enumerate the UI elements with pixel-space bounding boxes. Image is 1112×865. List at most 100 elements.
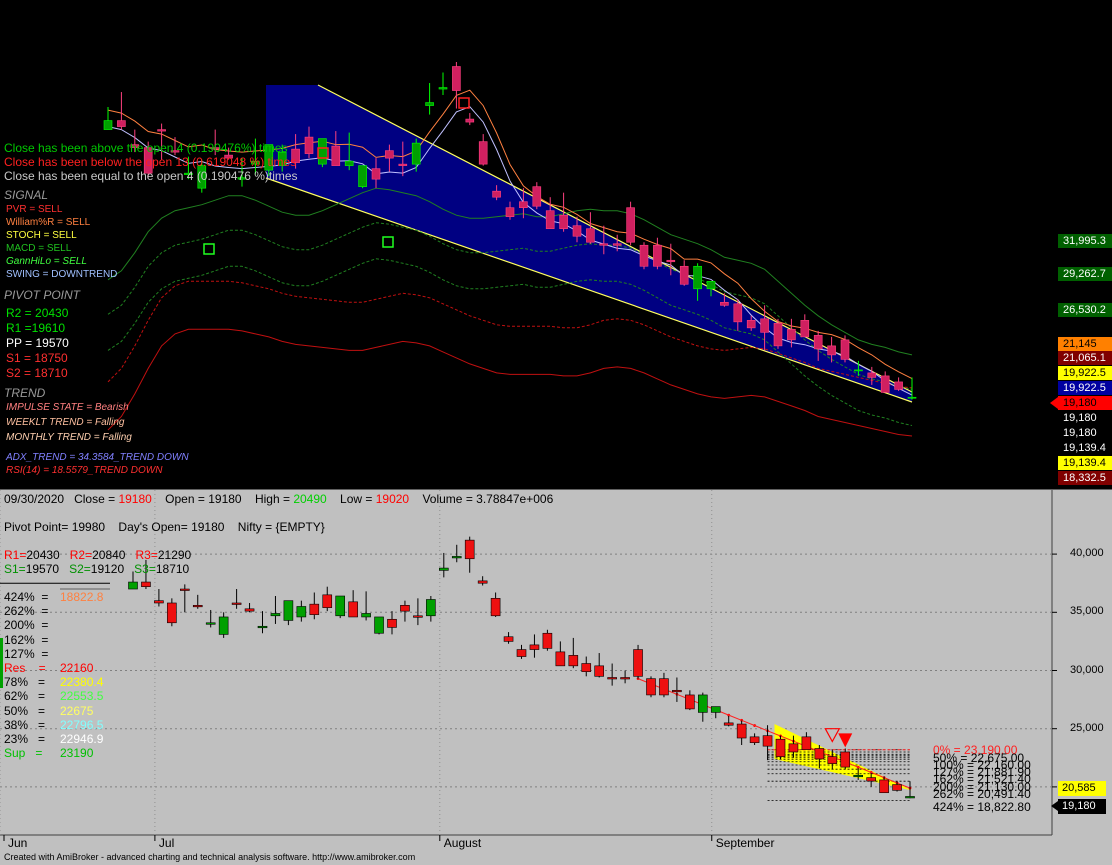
upper-candle-body — [371, 168, 381, 180]
candle-body — [633, 649, 643, 677]
upper-candle-body — [425, 102, 434, 106]
candle-body — [400, 605, 410, 612]
upper-price-panel[interactable]: Close has been above the open 4 (0.19047… — [0, 0, 1112, 490]
fib-row-label: 38% = — [4, 717, 46, 732]
candle-body — [464, 539, 475, 560]
ohlc-info-line: 09/30/2020 Close = 19180 Open = 19180 Hi… — [4, 492, 553, 506]
stat-line: Close has been below the open 13 (0.6190… — [4, 155, 297, 169]
fib-row-value: 22553.5 — [60, 689, 104, 704]
upper-candle-body — [465, 118, 475, 123]
upper-candle-body — [867, 372, 877, 378]
upper-candle-body — [787, 329, 796, 341]
upper-chart-canvas[interactable] — [0, 0, 1112, 490]
adx-line: ADX_TREND = 34.3584_TREND DOWN — [6, 452, 189, 463]
candle-body — [879, 779, 889, 794]
fib-row: Sup = 23190 — [4, 746, 93, 760]
fib-right-label: 424% = 18,822.80 — [933, 800, 1031, 814]
upper-candle-body — [492, 190, 501, 198]
candle-body — [659, 678, 669, 696]
price-tag: 29,262.7 — [1058, 267, 1112, 281]
price-tag: 19,180 — [1058, 411, 1112, 425]
candle-body — [814, 748, 825, 760]
fib-row-label: 62% = — [4, 689, 46, 704]
upper-candle-body — [626, 207, 635, 243]
upper-candle-body — [612, 243, 622, 246]
s2-value: 19120 — [90, 562, 125, 576]
fib-row-value: 22675 — [60, 703, 94, 718]
upper-candle-body — [478, 141, 488, 165]
fib-row: 127% = — [4, 647, 60, 661]
price-tag: 18,332.5 — [1058, 471, 1112, 485]
upper-candle-body — [827, 345, 836, 356]
upper-candle-body — [693, 265, 702, 290]
price-tag: 19,922.5 — [1058, 381, 1112, 395]
trend-line: WEEKLT TREND = Falling — [6, 417, 125, 428]
upper-candle-body — [854, 369, 863, 372]
upper-candle-body — [411, 142, 421, 165]
fib-row-label: 78% = — [4, 675, 46, 690]
channel-upper-line — [317, 84, 913, 393]
lower-price-panel[interactable]: 09/30/2020 Close = 19180 Open = 19180 Hi… — [0, 490, 1112, 865]
resistance-levels: R1=20430 R2=20840 R3=21290 — [4, 548, 191, 562]
fib-row: Res = 22160 — [4, 661, 93, 675]
upper-candle-body — [813, 335, 823, 350]
candle-body — [581, 663, 592, 672]
left-edge-marker — [0, 638, 3, 688]
candle-body — [801, 736, 812, 750]
candle-body — [257, 625, 268, 629]
candle-body — [387, 618, 397, 628]
candle-body — [529, 644, 540, 650]
candle-body — [374, 616, 384, 634]
sell-signal-box — [458, 97, 470, 109]
upper-candle-body — [840, 339, 850, 360]
upper-candle-body — [157, 129, 166, 132]
upper-candle-body — [733, 303, 743, 323]
sell-arrow — [838, 733, 853, 748]
upper-candle-body — [679, 265, 689, 285]
fib-row-label: 162% = — [4, 632, 49, 647]
sell-arrow-outline — [824, 728, 841, 743]
candle-body — [426, 599, 436, 617]
signal-line: MACD = SELL — [6, 243, 72, 254]
trend-line: MONTHLY TREND = Falling — [6, 432, 132, 443]
x-axis-label: September — [715, 836, 775, 850]
s3-label: S3= — [134, 562, 156, 576]
buy-signal-box — [203, 243, 215, 255]
upper-candle-body — [545, 210, 555, 230]
candle-body — [827, 756, 838, 764]
pivot-line: S2 = 18710 — [6, 366, 68, 380]
candle-body — [477, 580, 488, 584]
x-axis-label: August — [443, 836, 482, 850]
upper-candle-body — [894, 381, 903, 390]
upper-candle-body — [773, 323, 783, 347]
upper-candle-body — [599, 243, 609, 246]
candle-body — [180, 588, 190, 591]
upper-candle-body — [398, 163, 408, 166]
fib-row: 200% = — [4, 618, 60, 632]
rsi-line: RSI(14) = 18.5579_TREND DOWN — [6, 465, 163, 476]
pivot-line: R1 =19610 — [6, 321, 66, 335]
upper-candle-body — [666, 259, 676, 263]
upper-candle-body — [746, 320, 756, 329]
upper-candle-body — [103, 120, 113, 130]
candle-body — [438, 567, 449, 571]
r2-value: 20840 — [92, 548, 126, 562]
pivot-header: PIVOT POINT — [4, 288, 81, 302]
upper-candle-body — [907, 396, 917, 399]
stat-line: Close has been above the open 4 (0.19047… — [4, 141, 288, 155]
candle-body — [607, 677, 617, 680]
fib-row-value: 22946.9 — [60, 732, 104, 746]
candle-body — [503, 636, 514, 642]
candle-body — [568, 655, 579, 667]
candle-body — [335, 595, 346, 617]
info-volume-label: Volume = — [422, 492, 473, 506]
r1-value: 20430 — [26, 548, 60, 562]
channel-lower-line — [265, 177, 913, 403]
support-levels: S1=19570 S2=19120 S3=18710 — [4, 562, 189, 576]
info-volume-value: 3.78847e+006 — [476, 492, 554, 506]
price-tag: 19,180 — [1058, 396, 1112, 410]
upper-candle-body — [639, 244, 649, 267]
fib-row-value: 23190 — [60, 746, 94, 761]
candle-body — [270, 613, 281, 617]
candle-body — [555, 651, 566, 667]
